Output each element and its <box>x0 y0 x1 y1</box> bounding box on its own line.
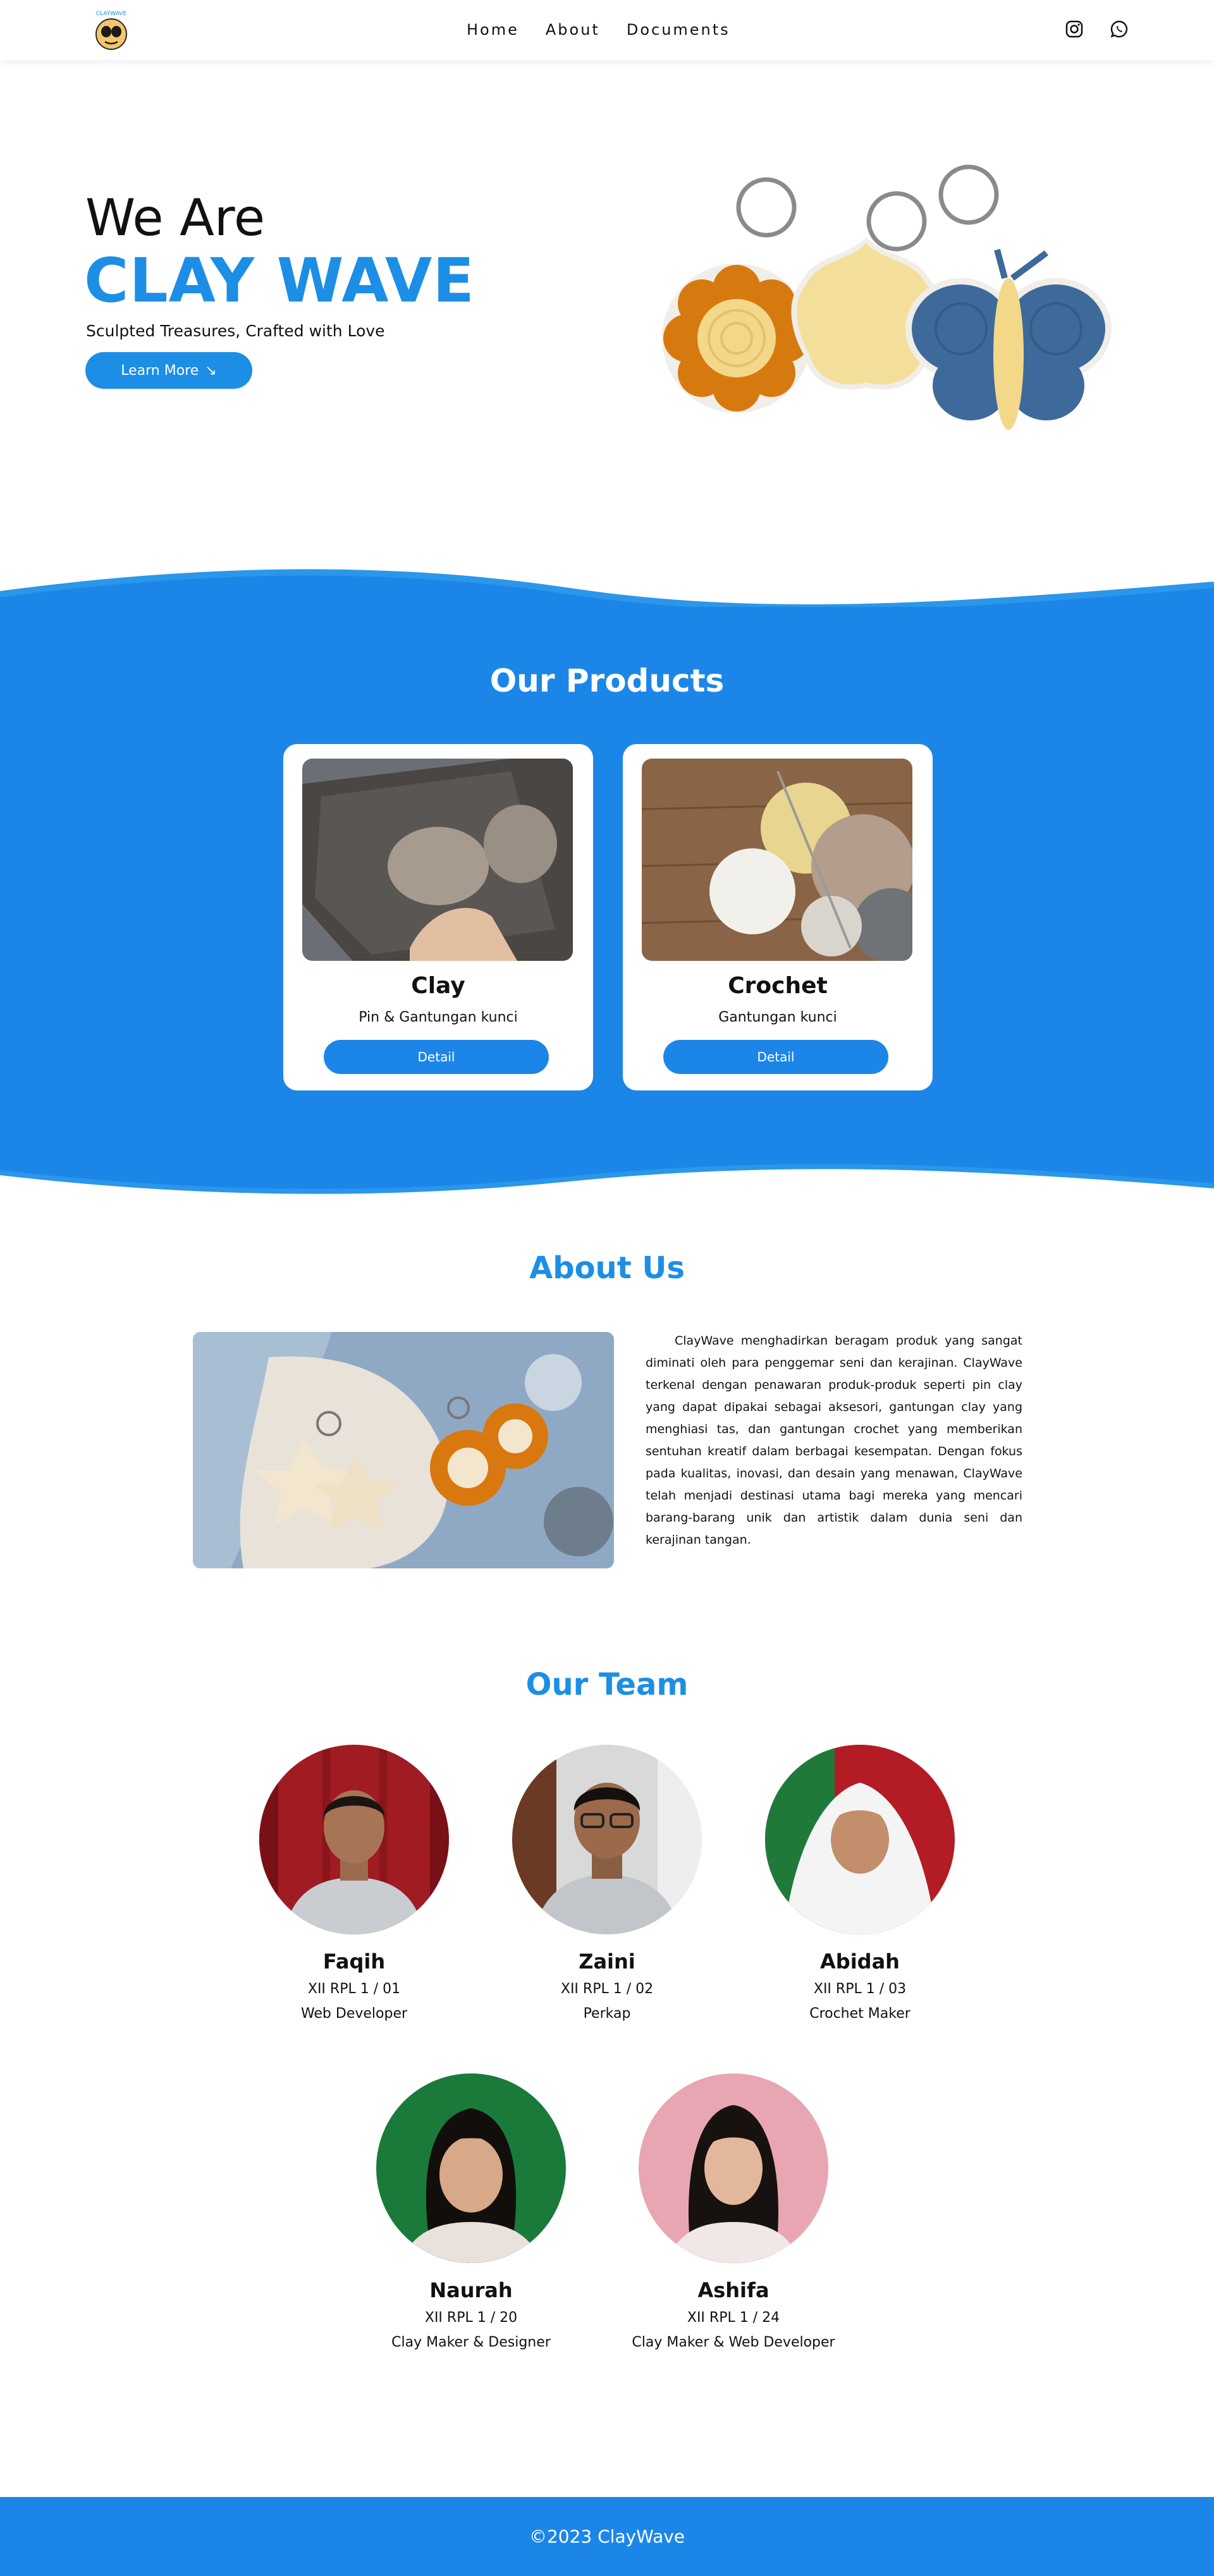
avatar <box>765 1745 955 1934</box>
member-class: XII RPL 1 / 02 <box>560 1981 654 1997</box>
claywave-logo[interactable]: CLAYWAVE <box>89 6 134 52</box>
team-member-card: Abidah XII RPL 1 / 03 Crochet Maker <box>733 1745 986 2022</box>
about-title: About Us <box>529 1250 685 1286</box>
hero-heading-brand: CLAY WAVE <box>84 245 475 316</box>
clay-product-image <box>302 759 573 961</box>
clay-detail-button[interactable]: Detail <box>324 1040 549 1074</box>
member-role: Clay Maker & Web Developer <box>632 2335 835 2350</box>
site-footer: ©2023 ClayWave <box>0 2497 1214 2576</box>
crochet-detail-button[interactable]: Detail <box>663 1040 888 1074</box>
nav-link-about[interactable]: About <box>546 21 600 39</box>
member-role: Clay Maker & Designer <box>391 2335 551 2350</box>
team-member-card: Zaini XII RPL 1 / 02 Perkap <box>481 1745 733 2022</box>
product-description: Pin & Gantungan kunci <box>359 1010 518 1025</box>
learn-more-button[interactable]: Learn More ↘ <box>85 352 252 389</box>
nav-link-home[interactable]: Home <box>467 21 519 39</box>
team-title: Our Team <box>525 1667 689 1702</box>
team-member-card: Faqih XII RPL 1 / 01 Web Developer <box>228 1745 481 2022</box>
avatar <box>639 2073 828 2263</box>
member-name: Zaini <box>579 1950 635 1974</box>
hero-tagline: Sculpted Treasures, Crafted with Love <box>86 322 385 340</box>
whatsapp-icon[interactable] <box>1110 20 1129 39</box>
product-title: Crochet <box>728 973 828 999</box>
hero-keychains-image <box>626 145 1132 461</box>
member-class: XII RPL 1 / 20 <box>424 2310 518 2326</box>
member-role: Web Developer <box>300 2006 408 2022</box>
member-name: Faqih <box>322 1950 386 1974</box>
crochet-product-image <box>642 759 912 961</box>
hero-heading-line1: We Are <box>85 188 266 247</box>
team-member-card: Ashifa XII RPL 1 / 24 Clay Maker & Web D… <box>607 2073 860 2350</box>
avatar <box>376 2073 566 2263</box>
member-role: Crochet Maker <box>809 2006 910 2022</box>
avatar <box>259 1745 449 1934</box>
product-card-clay: Clay Pin & Gantungan kunci Detail <box>283 744 593 1090</box>
member-name: Ashifa <box>697 2278 769 2302</box>
products-title: Our Products <box>489 662 725 699</box>
learn-more-label: Learn More <box>121 362 199 379</box>
member-name: Abidah <box>820 1950 900 1974</box>
top-navbar: CLAYWAVE Home About Documents <box>0 0 1214 60</box>
team-member-card: Naurah XII RPL 1 / 20 Clay Maker & Desig… <box>345 2073 598 2350</box>
member-class: XII RPL 1 / 03 <box>813 1981 907 1997</box>
member-class: XII RPL 1 / 24 <box>687 2310 780 2326</box>
product-description: Gantungan kunci <box>718 1010 837 1025</box>
copyright-text: ©2023 ClayWave <box>529 2526 685 2547</box>
instagram-icon[interactable] <box>1065 20 1084 39</box>
member-class: XII RPL 1 / 01 <box>307 1981 401 1997</box>
product-card-crochet: Crochet Gantungan kunci Detail <box>623 744 933 1090</box>
bottom-wave-divider <box>0 1151 1214 1194</box>
nav-link-documents[interactable]: Documents <box>627 21 730 39</box>
member-role: Perkap <box>583 2006 631 2022</box>
svg-text:CLAYWAVE: CLAYWAVE <box>96 11 127 17</box>
member-name: Naurah <box>429 2278 513 2302</box>
arrow-down-right-icon: ↘ <box>205 362 217 379</box>
about-description: ClayWave menghadirkan beragam produk yan… <box>646 1334 1022 1547</box>
avatar <box>512 1745 702 1934</box>
product-title: Clay <box>411 973 465 999</box>
about-image <box>193 1332 614 1568</box>
